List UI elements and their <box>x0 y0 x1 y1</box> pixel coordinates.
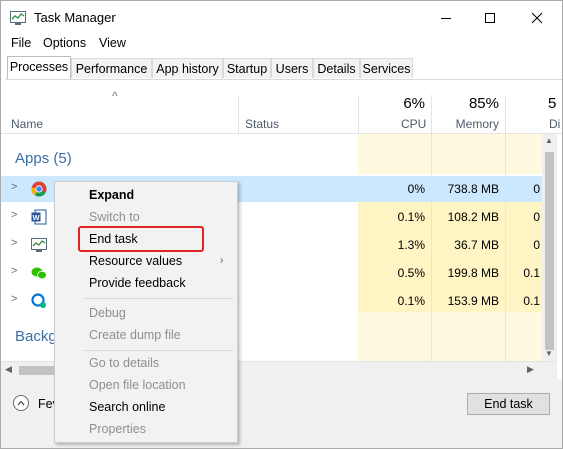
column-cpu[interactable]: CPU <box>401 117 426 131</box>
cpu-cell: 0.5% <box>397 266 425 280</box>
menu-item-properties[interactable]: Properties <box>89 422 146 436</box>
memory-cell: 738.8 MB <box>447 182 499 196</box>
tab-performance[interactable]: Performance <box>71 58 152 78</box>
cpu-cell: 1.3% <box>397 238 425 252</box>
column-divider[interactable] <box>358 95 359 133</box>
scroll-right-icon[interactable]: ▶ <box>527 364 534 375</box>
task-manager-icon <box>31 238 47 252</box>
column-divider[interactable] <box>505 95 506 133</box>
menu-item-resource-values[interactable]: Resource values <box>89 254 182 268</box>
memory-cell: 153.9 MB <box>447 294 499 308</box>
memory-cell: 36.7 MB <box>454 238 499 252</box>
memory-heat-bg <box>432 312 505 361</box>
tab-strip: Processes Performance App history Startu… <box>5 56 562 80</box>
sort-indicator-icon: ^ <box>112 89 118 103</box>
vertical-scrollbar[interactable]: ▲ ▼ <box>542 134 557 361</box>
tab-details[interactable]: Details <box>313 58 360 78</box>
snipping-icon <box>31 293 46 308</box>
menu-item-switch-to[interactable]: Switch to <box>89 210 140 224</box>
expand-chevron-icon[interactable]: > <box>11 237 17 249</box>
menu-item-search-online[interactable]: Search online <box>89 400 165 414</box>
expand-chevron-icon[interactable]: > <box>11 265 17 277</box>
column-header: ^ Name Status 6% CPU 85% Memory 5 Di <box>1 81 562 134</box>
cpu-total: 6% <box>403 95 425 112</box>
submenu-arrow-icon: › <box>220 255 224 266</box>
menu-item-create-dump[interactable]: Create dump file <box>89 328 181 342</box>
menu-options[interactable]: Options <box>43 36 86 50</box>
column-divider[interactable] <box>238 95 239 133</box>
menu-file[interactable]: File <box>11 36 31 50</box>
chrome-icon <box>31 181 47 197</box>
memory-cell: 108.2 MB <box>447 210 499 224</box>
scroll-left-icon[interactable]: ◀ <box>5 364 12 375</box>
menu-item-go-to-details[interactable]: Go to details <box>89 356 159 370</box>
tab-app-history[interactable]: App history <box>152 58 223 78</box>
scroll-down-icon[interactable]: ▼ <box>545 349 553 358</box>
cpu-heat-bg <box>358 312 431 361</box>
menu-separator <box>83 298 233 299</box>
menu-separator <box>83 350 233 351</box>
group-apps[interactable]: Apps (5) <box>15 150 72 167</box>
window-title: Task Manager <box>34 10 116 25</box>
end-task-button[interactable]: End task <box>467 393 550 415</box>
task-manager-icon <box>10 11 26 25</box>
disk-cell: 0 <box>533 182 540 196</box>
maximize-icon <box>485 12 495 23</box>
tab-startup[interactable]: Startup <box>223 58 271 78</box>
vertical-scroll-thumb[interactable] <box>545 152 554 350</box>
disk-cell: 0 <box>533 210 540 224</box>
scroll-up-icon[interactable]: ▲ <box>545 136 553 145</box>
disk-cell: 0.1 <box>523 294 540 308</box>
column-divider[interactable] <box>431 95 432 133</box>
memory-cell: 199.8 MB <box>447 266 499 280</box>
cpu-cell: 0.1% <box>397 210 425 224</box>
tab-processes[interactable]: Processes <box>7 56 71 79</box>
disk-total: 5 <box>548 95 557 112</box>
context-menu: Expand Switch to End task Resource value… <box>54 181 238 443</box>
disk-cell: 0 <box>533 238 540 252</box>
minimize-icon <box>441 17 451 19</box>
menu-item-provide-feedback[interactable]: Provide feedback <box>89 276 186 290</box>
expand-chevron-icon[interactable]: > <box>11 181 17 193</box>
menu-view[interactable]: View <box>99 36 126 50</box>
title-bar: Task Manager <box>1 1 562 35</box>
group-background[interactable]: Backg <box>15 328 57 345</box>
menu-item-debug[interactable]: Debug <box>89 306 126 320</box>
collapse-chevron-icon[interactable] <box>13 395 29 411</box>
word-icon: W <box>31 209 47 225</box>
column-disk[interactable]: Di <box>549 117 560 131</box>
expand-chevron-icon[interactable]: > <box>11 209 17 221</box>
disk-cell: 0.1 <box>523 266 540 280</box>
memory-heat-header <box>432 134 505 174</box>
end-task-highlight <box>78 226 204 252</box>
cpu-cell: 0.1% <box>397 294 425 308</box>
close-button[interactable] <box>514 1 560 34</box>
cpu-heat-header <box>358 134 431 174</box>
expand-chevron-icon[interactable]: > <box>11 293 17 305</box>
disk-heat-header <box>506 134 542 174</box>
svg-text:W: W <box>32 213 40 222</box>
cpu-cell: 0% <box>407 182 425 196</box>
tab-services[interactable]: Services <box>360 58 413 78</box>
close-icon <box>531 12 543 23</box>
minimize-button[interactable] <box>423 1 469 34</box>
menu-item-open-file-location[interactable]: Open file location <box>89 378 186 392</box>
maximize-button[interactable] <box>467 1 513 34</box>
wechat-icon <box>31 267 47 280</box>
menu-item-expand[interactable]: Expand <box>89 188 134 202</box>
tab-users[interactable]: Users <box>271 58 313 78</box>
memory-total: 85% <box>468 95 499 112</box>
column-name[interactable]: Name <box>11 117 43 131</box>
column-status[interactable]: Status <box>245 117 279 131</box>
disk-heat-bg <box>506 312 542 361</box>
column-memory[interactable]: Memory <box>451 117 499 131</box>
